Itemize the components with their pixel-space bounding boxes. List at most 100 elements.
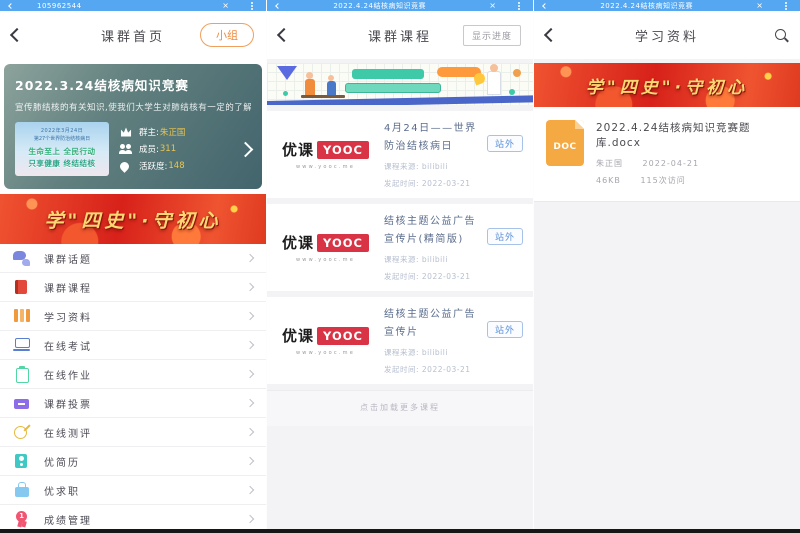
thumb-slogan: 生命至上 全民行动 — [15, 146, 109, 157]
group-desc: 宣传肺结核的有关知识,使我们大学生对肺结核有一定的了解,… — [15, 101, 251, 113]
logo-cn: 优课 — [282, 232, 314, 253]
group-thumbnail: 2022年3月24日 第27个世界防治结核病日 生命至上 全民行动 只享健康 终… — [15, 122, 109, 176]
menu-label: 学习资料 — [44, 309, 92, 324]
menu-item-vote[interactable]: 课群投票 — [0, 389, 266, 418]
dot-decoration — [283, 91, 288, 96]
chevron-right-icon — [246, 399, 254, 407]
megaphone-illustration — [472, 71, 486, 85]
menu-label: 成绩管理 — [44, 512, 92, 527]
menu-item-topics[interactable]: 课群话题 — [0, 244, 266, 273]
briefcase-icon — [13, 482, 31, 498]
desk-illustration — [301, 95, 345, 98]
more-menu-icon[interactable] — [251, 5, 253, 7]
person-illustration — [327, 81, 336, 95]
logo-site: www.yooc.me — [296, 257, 355, 263]
more-menu-icon[interactable] — [785, 5, 787, 7]
status-title: 2022.4.24结核病知识竞赛 — [547, 1, 746, 11]
thumb-date: 2022年3月24日 — [15, 127, 109, 134]
course-card[interactable]: 优课 YOOC www.yooc.me 结核主题公益广告宣传片(精简版) 站外 … — [267, 204, 533, 291]
status-bar: 2022.4.24结核病知识竞赛 × — [534, 0, 800, 11]
menu-item-homework[interactable]: 在线作业 — [0, 360, 266, 389]
laptop-icon — [13, 337, 31, 353]
members-label: 成员: — [139, 143, 159, 155]
banner-badge — [352, 69, 424, 79]
menu-label: 优简历 — [44, 454, 80, 469]
file-uploader: 朱正国 — [596, 159, 623, 168]
menu-item-assessment[interactable]: 在线测评 — [0, 418, 266, 447]
chevron-right-icon — [246, 428, 254, 436]
clipboard-icon — [13, 366, 31, 382]
owner-label: 群主: — [139, 126, 159, 138]
target-icon — [13, 424, 31, 440]
chevron-right-icon — [246, 312, 254, 320]
close-icon[interactable]: × — [756, 2, 763, 10]
dot-decoration — [513, 69, 521, 77]
resume-icon — [13, 453, 31, 469]
menu-item-exam[interactable]: 在线考试 — [0, 331, 266, 360]
menu-item-courses[interactable]: 课群课程 — [0, 273, 266, 302]
chevron-right-icon — [246, 254, 254, 262]
crown-icon — [120, 126, 132, 138]
more-menu-icon[interactable] — [518, 5, 520, 7]
menu-label: 在线作业 — [44, 367, 92, 382]
thumb-slogan: 只享健康 终结结核 — [15, 158, 109, 169]
file-item[interactable]: DOC 2022.4.24结核病知识竞赛题库.docx 朱正国 2022-04-… — [534, 107, 800, 202]
close-icon[interactable]: × — [222, 2, 229, 10]
logo-en: YOOC — [317, 327, 369, 345]
menu-label: 课群课程 — [44, 280, 92, 295]
menu-item-materials[interactable]: 学习资料 — [0, 302, 266, 331]
chevron-right-icon — [246, 341, 254, 349]
menu-item-resume[interactable]: 优简历 — [0, 447, 266, 476]
chat-bubbles-icon — [13, 250, 31, 266]
menu-item-grades[interactable]: 成绩管理 — [0, 505, 266, 533]
chevron-right-icon — [246, 370, 254, 378]
status-bar: 2022.4.24结核病知识竞赛 × — [267, 0, 533, 11]
chevron-right-icon — [246, 457, 254, 465]
close-icon[interactable]: × — [489, 2, 496, 10]
activity-count: 148 — [168, 161, 184, 171]
medal-icon — [13, 511, 31, 527]
doc-file-icon: DOC — [546, 120, 584, 166]
logo-site: www.yooc.me — [296, 164, 355, 170]
offsite-badge: 站外 — [487, 228, 523, 245]
yooc-logo: 优课 YOOC www.yooc.me — [277, 213, 374, 282]
courses-banner-illustration — [267, 63, 533, 105]
file-date: 2022-04-21 — [643, 159, 700, 168]
offsite-badge: 站外 — [487, 321, 523, 338]
dot-decoration — [509, 89, 515, 95]
activity-label: 活跃度: — [139, 160, 167, 172]
campaign-banner: 学"四史"·守初心 — [0, 194, 266, 244]
menu-label: 在线考试 — [44, 338, 92, 353]
thumb-subtitle: 第27个世界防治结核病日 — [15, 135, 109, 142]
logo-cn: 优课 — [282, 139, 314, 160]
logo-en: YOOC — [317, 234, 369, 252]
nav-header: 课群首页 小组 — [0, 11, 266, 59]
book-icon — [13, 279, 31, 295]
group-button[interactable]: 小组 — [200, 23, 254, 47]
status-back-icon[interactable] — [8, 3, 14, 9]
members-icon — [120, 143, 132, 155]
logo-cn: 优课 — [282, 325, 314, 346]
chevron-right-icon[interactable] — [238, 141, 254, 157]
page-title: 学习资料 — [534, 26, 800, 45]
banner-text: 学"四史"·守初心 — [586, 73, 748, 98]
status-bar: 105962544 × — [0, 0, 266, 11]
chevron-right-icon — [246, 486, 254, 494]
campaign-banner: 学"四史"·守初心 — [534, 63, 800, 107]
banner-text: 学"四史"·守初心 — [44, 206, 221, 233]
menu-item-job[interactable]: 优求职 — [0, 476, 266, 505]
yooc-logo: 优课 YOOC www.yooc.me — [277, 306, 374, 375]
search-icon[interactable] — [775, 29, 788, 42]
logo-site: www.yooc.me — [296, 350, 355, 356]
menu-label: 优求职 — [44, 483, 80, 498]
triangle-shape — [277, 66, 297, 80]
show-progress-button[interactable]: 显示进度 — [463, 25, 521, 46]
group-card[interactable]: 2022.3.24结核病知识竞赛 宣传肺结核的有关知识,使我们大学生对肺结核有一… — [4, 64, 262, 189]
group-stats: 群主: 朱正国 成员: 311 活跃度: 148 — [120, 124, 236, 175]
offsite-badge: 站外 — [487, 135, 523, 152]
load-more[interactable]: 点击加载更多课程 — [267, 390, 533, 426]
yooc-logo: 优课 YOOC www.yooc.me — [277, 120, 374, 189]
course-card[interactable]: 优课 YOOC www.yooc.me 4月24日——世界防治结核病日 站外 课… — [267, 111, 533, 198]
course-card[interactable]: 优课 YOOC www.yooc.me 结核主题公益广告宣传片 站外 课程来源:… — [267, 297, 533, 384]
menu-label: 课群话题 — [44, 251, 92, 266]
